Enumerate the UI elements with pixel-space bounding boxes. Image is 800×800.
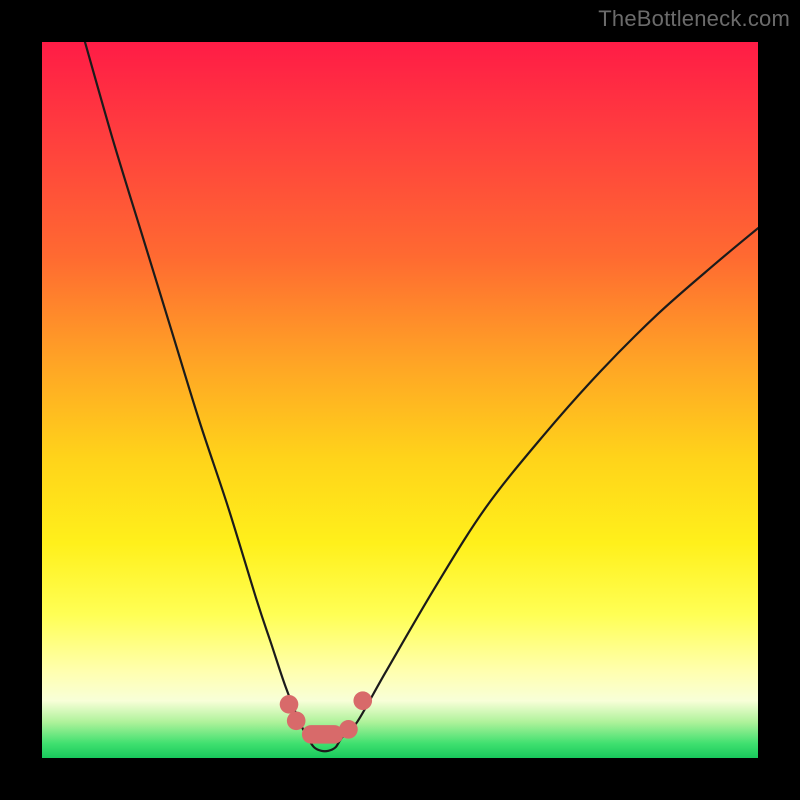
marker-dot xyxy=(280,695,299,714)
bottleneck-curve xyxy=(85,42,758,751)
marker-dot xyxy=(339,720,358,739)
marker-slug xyxy=(302,725,344,744)
min-markers xyxy=(280,691,372,743)
curve-line xyxy=(85,42,758,751)
chart-svg xyxy=(42,42,758,758)
chart-frame: TheBottleneck.com xyxy=(0,0,800,800)
watermark-text: TheBottleneck.com xyxy=(598,6,790,32)
plot-area xyxy=(42,42,758,758)
marker-dot xyxy=(353,691,372,710)
marker-dot xyxy=(287,711,306,730)
